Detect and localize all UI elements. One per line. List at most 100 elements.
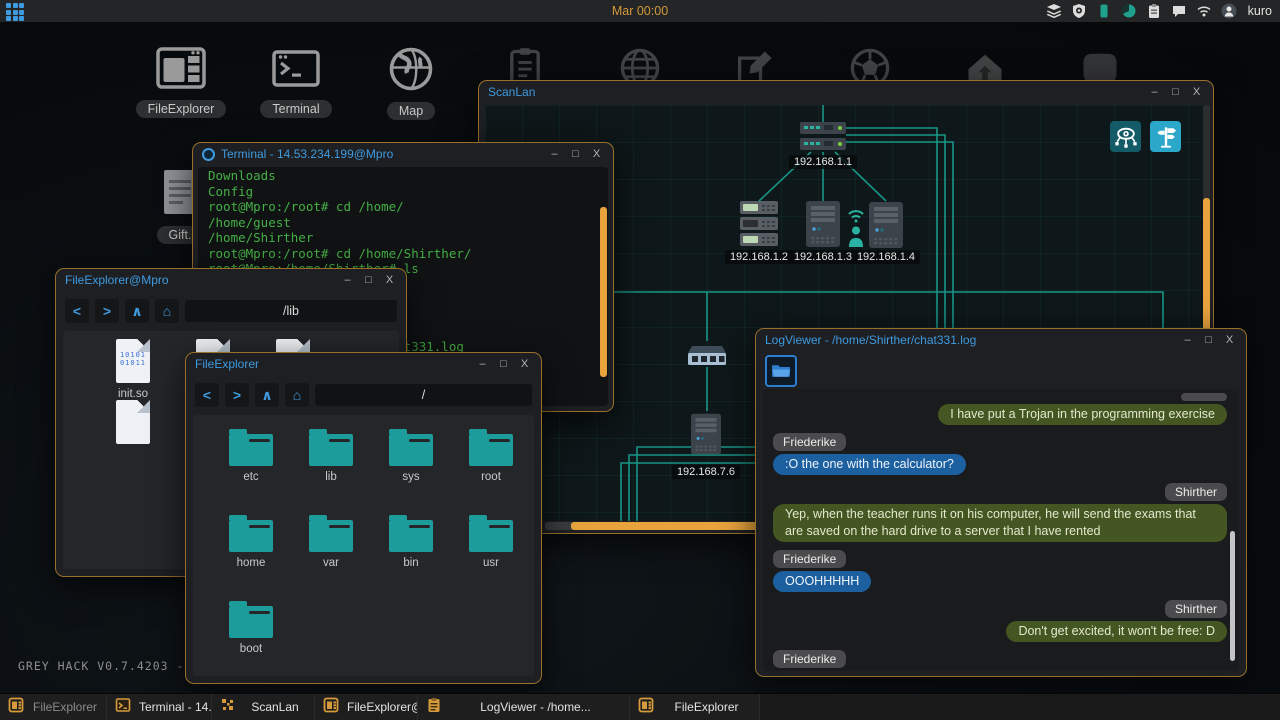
- taskbar-item-scanlan[interactable]: ScanLan: [212, 694, 315, 720]
- titlebar[interactable]: FileExplorer@Mpro – □ X: [56, 269, 406, 291]
- folder-name: etc: [213, 471, 289, 483]
- folder-name: sys: [373, 471, 449, 483]
- window-logviewer: LogViewer - /home/Shirther/chat331.log –…: [755, 328, 1247, 677]
- logviewer-icon: [426, 697, 442, 718]
- username-label[interactable]: kuro: [1248, 4, 1272, 18]
- fileexplorer-icon: [8, 697, 24, 718]
- terminal-scrollbar-thumb[interactable]: [600, 207, 607, 377]
- taskbar-item-label: Terminal - 14.53.234...: [131, 700, 211, 714]
- shield-icon[interactable]: [1071, 3, 1087, 19]
- folder-item[interactable]: root: [453, 429, 529, 501]
- file-icon: 1010101011: [116, 339, 150, 383]
- forward-button[interactable]: >: [95, 299, 119, 323]
- network-node-192.168.1.4[interactable]: [846, 202, 903, 253]
- maximize-button[interactable]: □: [1168, 86, 1183, 98]
- chat-author-tag: Shirther: [1165, 600, 1227, 618]
- chat-log[interactable]: I have put a Trojan in the programming e…: [763, 389, 1239, 671]
- folder-name: lib: [293, 471, 369, 483]
- path-field[interactable]: /lib: [185, 300, 397, 322]
- close-button[interactable]: X: [589, 148, 604, 160]
- up-button[interactable]: ∧: [255, 383, 279, 407]
- minimize-button[interactable]: –: [547, 148, 562, 160]
- folder-item[interactable]: etc: [213, 429, 289, 501]
- desktop-icon-fileexplorer[interactable]: FileExplorer: [126, 46, 236, 118]
- window-title: FileExplorer: [195, 357, 469, 371]
- titlebar[interactable]: ScanLan – □ X: [479, 81, 1213, 103]
- avatar-icon[interactable]: [1221, 3, 1237, 19]
- folder-name: var: [293, 557, 369, 569]
- forward-button[interactable]: >: [225, 383, 249, 407]
- path-field[interactable]: /: [315, 384, 532, 406]
- maximize-button[interactable]: □: [361, 274, 376, 286]
- minimize-button[interactable]: –: [1180, 334, 1195, 346]
- close-button[interactable]: X: [382, 274, 397, 286]
- window-title: LogViewer - /home/Shirther/chat331.log: [765, 333, 1174, 347]
- folder-icon: [229, 520, 273, 552]
- folder-item[interactable]: boot: [213, 601, 289, 673]
- chat-bubble-icon[interactable]: [1171, 3, 1187, 19]
- taskbar-item-fileexplorer-mpro[interactable]: FileExplorer@Mpro: [315, 694, 418, 720]
- maximize-button[interactable]: □: [568, 148, 583, 160]
- titlebar[interactable]: Terminal - 14.53.234.199@Mpro – □ X: [193, 143, 613, 165]
- back-button[interactable]: <: [65, 299, 89, 323]
- chat-author-tag-partial: [1181, 393, 1227, 401]
- clipboard-icon[interactable]: [1146, 3, 1162, 19]
- layers-icon[interactable]: [1046, 3, 1062, 19]
- taskbar-item-fileexplorer[interactable]: FileExplorer: [630, 694, 760, 720]
- network-scan-button[interactable]: [1110, 121, 1141, 152]
- taskbar: FileExplorer Terminal - 14.53.234...ScanL…: [0, 693, 1280, 720]
- taskbar-item-fileexplorer[interactable]: FileExplorer: [0, 694, 107, 720]
- chat-author-tag: Friederike: [773, 433, 846, 451]
- folder-item[interactable]: var: [293, 515, 369, 587]
- chat-bubble: I have put a Trojan in the programming e…: [938, 404, 1227, 425]
- up-button[interactable]: ∧: [125, 299, 149, 323]
- memory-bar-icon[interactable]: [1096, 3, 1112, 19]
- titlebar[interactable]: LogViewer - /home/Shirther/chat331.log –…: [756, 329, 1246, 351]
- back-button[interactable]: <: [195, 383, 219, 407]
- node-ip-label: 192.168.1.4: [852, 250, 920, 264]
- folder-name: home: [213, 557, 289, 569]
- taskbar-item-logviewer-home-[interactable]: LogViewer - /home...: [418, 694, 630, 720]
- cpu-pie-icon[interactable]: [1121, 3, 1137, 19]
- folder-item[interactable]: bin: [373, 515, 449, 587]
- close-button[interactable]: X: [1222, 334, 1237, 346]
- network-node-switch[interactable]: [688, 341, 726, 372]
- folder-item[interactable]: sys: [373, 429, 449, 501]
- folder-name: bin: [373, 557, 449, 569]
- desktop-icon-terminal[interactable]: Terminal: [241, 46, 351, 118]
- minimize-button[interactable]: –: [475, 358, 490, 370]
- network-node-192.168.1.2[interactable]: [740, 201, 778, 252]
- taskbar-item-label: LogViewer - /home...: [442, 700, 629, 714]
- folder-item[interactable]: usr: [453, 515, 529, 587]
- node-ip-label: 192.168.1.2: [725, 250, 793, 264]
- fileexplorer-icon: [638, 697, 654, 718]
- folder-name: root: [453, 471, 529, 483]
- folder-item[interactable]: home: [213, 515, 289, 587]
- network-node-192.168.7.6[interactable]: [691, 411, 721, 462]
- folder-grid: etclibsysroot homevarbinusr boot: [193, 415, 534, 676]
- network-node-192.168.1.1[interactable]: [800, 122, 846, 157]
- network-node-192.168.1.3[interactable]: [806, 201, 840, 252]
- close-button[interactable]: X: [1189, 86, 1204, 98]
- minimize-button[interactable]: –: [1147, 86, 1162, 98]
- titlebar[interactable]: FileExplorer – □ X: [186, 353, 541, 375]
- route-button[interactable]: [1150, 121, 1181, 152]
- terminal-icon: [115, 697, 131, 718]
- close-button[interactable]: X: [517, 358, 532, 370]
- open-file-button[interactable]: [765, 355, 797, 387]
- home-button[interactable]: ⌂: [155, 299, 179, 323]
- minimize-button[interactable]: –: [340, 274, 355, 286]
- home-button[interactable]: ⌂: [285, 383, 309, 407]
- taskbar-item-terminal-14-53-234-[interactable]: Terminal - 14.53.234...: [107, 694, 212, 720]
- wifi-icon[interactable]: [1196, 3, 1212, 19]
- maximize-button[interactable]: □: [1201, 334, 1216, 346]
- file-item[interactable]: [93, 400, 173, 449]
- folder-item[interactable]: lib: [293, 429, 369, 501]
- desktop-icon-map[interactable]: Map: [356, 46, 466, 120]
- open-folder-icon: [771, 363, 791, 379]
- folder-icon: [309, 520, 353, 552]
- chat-bubble: Yep, when the teacher runs it on his com…: [773, 504, 1227, 542]
- file-item[interactable]: 1010101011init.so: [93, 339, 173, 400]
- chat-scrollbar-thumb[interactable]: [1230, 531, 1235, 661]
- maximize-button[interactable]: □: [496, 358, 511, 370]
